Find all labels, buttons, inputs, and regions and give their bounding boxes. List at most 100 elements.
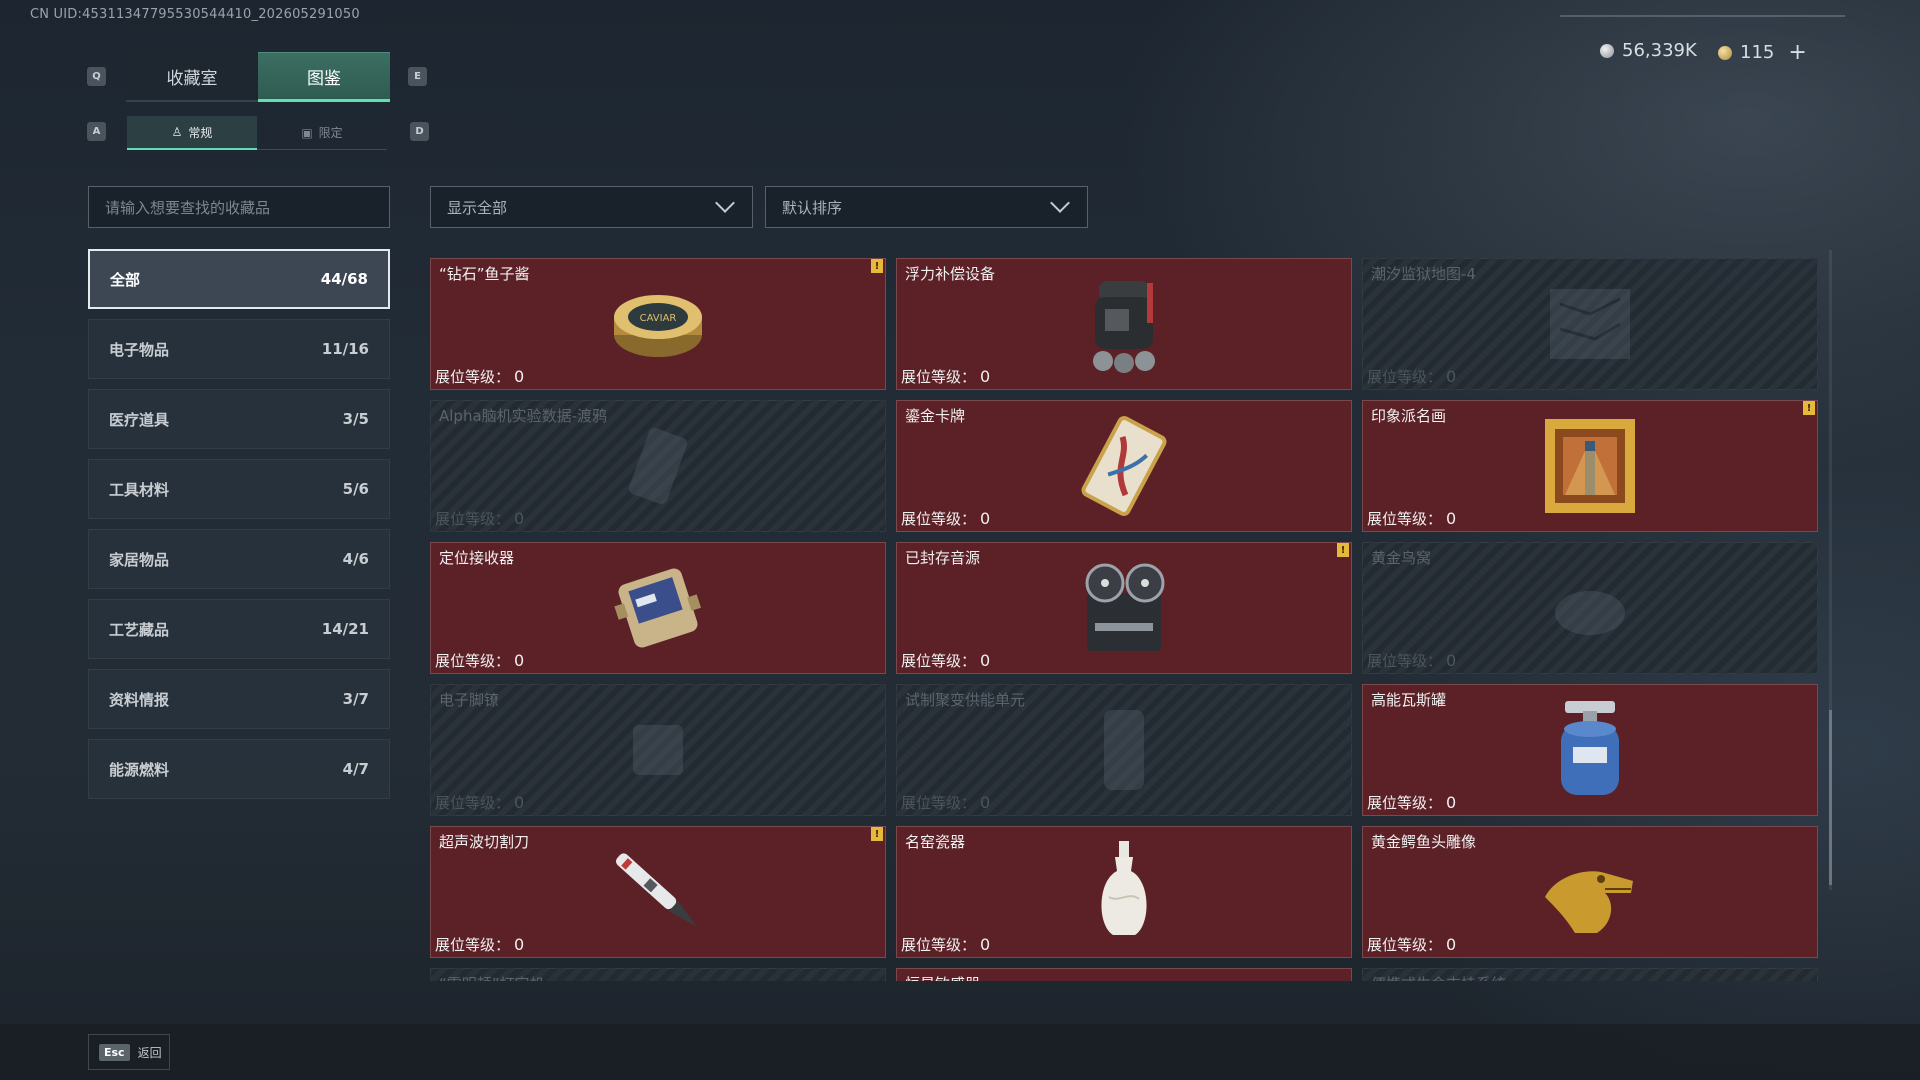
- level-label: 展位等级：: [901, 936, 977, 954]
- item-name: “钻石”鱼子酱: [439, 265, 530, 283]
- level-label: 展位等级：: [901, 794, 977, 812]
- sort-dropdown[interactable]: 默认排序: [765, 186, 1088, 228]
- level-label: 展位等级：: [1367, 936, 1443, 954]
- tab-catalog[interactable]: 图鉴: [258, 52, 390, 102]
- item-name: 恒星敏感器: [905, 973, 980, 981]
- item-card[interactable]: 潮汐监狱地图-4 展位等级： 0: [1362, 258, 1818, 390]
- tape-recorder-icon: [1069, 553, 1179, 663]
- item-level: 展位等级： 0: [435, 934, 524, 955]
- silver-currency: 56,339K: [1600, 40, 1697, 61]
- item-level: 展位等级： 0: [1367, 792, 1456, 813]
- category-count: 5/6: [342, 480, 369, 498]
- scrollbar-thumb[interactable]: [1829, 710, 1832, 885]
- filter-dropdown[interactable]: 显示全部: [430, 186, 753, 228]
- add-currency-button[interactable]: +: [1788, 40, 1806, 65]
- category-count: 4/7: [342, 760, 369, 778]
- silver-amount: 56,339K: [1622, 40, 1697, 61]
- key-hint-a: A: [87, 122, 106, 141]
- level-label: 展位等级：: [901, 510, 977, 528]
- item-name: 试制聚变供能单元: [905, 691, 1026, 709]
- item-level: 展位等级： 0: [901, 508, 990, 529]
- item-card[interactable]: 高能瓦斯罐展位等级： 0: [1362, 684, 1818, 816]
- category-label: 工艺藏品: [109, 620, 170, 639]
- item-name: 便携式生命支持系统: [1371, 973, 1506, 981]
- category-tools[interactable]: 工具材料 5/6: [88, 459, 390, 519]
- main-tabs: 收藏室 图鉴: [126, 52, 390, 102]
- item-name: 鎏金卡牌: [905, 407, 966, 425]
- category-electronics[interactable]: 电子物品 11/16: [88, 319, 390, 379]
- category-intel[interactable]: 资料情报 3/7: [88, 669, 390, 729]
- category-count: 11/16: [321, 340, 369, 358]
- category-all[interactable]: 全部 44/68: [88, 249, 390, 309]
- category-crafts[interactable]: 工艺藏品 14/21: [88, 599, 390, 659]
- level-value: 0: [980, 793, 991, 812]
- item-name: 印象派名画: [1371, 407, 1447, 425]
- item-level: 展位等级： 0: [435, 650, 524, 671]
- category-count: 14/21: [321, 620, 369, 638]
- back-button[interactable]: Esc 返回: [88, 1034, 170, 1070]
- key-hint-d: D: [410, 122, 429, 141]
- item-name: 黄金鸟窝: [1371, 549, 1432, 567]
- chevron-down-icon: [715, 193, 735, 213]
- level-value: 0: [1446, 651, 1457, 670]
- item-name: 已封存音源: [905, 549, 981, 567]
- bottom-bar: [0, 1024, 1920, 1080]
- item-name: 高能瓦斯罐: [1371, 691, 1447, 709]
- item-card[interactable]: 恒星敏感器展位等级：: [896, 968, 1352, 981]
- item-card[interactable]: 超声波切割刀 展位等级： 0!: [430, 826, 886, 958]
- item-card[interactable]: 试制聚变供能单元展位等级： 0: [896, 684, 1352, 816]
- level-value: 0: [1446, 509, 1457, 528]
- item-level: 展位等级： 0: [1367, 650, 1456, 671]
- data-drive-icon: [603, 411, 713, 521]
- item-card[interactable]: “雷明顿”打字机展位等级：: [430, 968, 886, 981]
- gold-currency: 115 +: [1718, 40, 1807, 65]
- search-input[interactable]: 请输入想要查找的收藏品: [88, 186, 390, 228]
- ultrasonic-knife-icon: [603, 837, 713, 947]
- level-label: 展位等级：: [435, 936, 511, 954]
- item-card[interactable]: Alpha脑机实验数据-渡鸦 展位等级： 0: [430, 400, 886, 532]
- tab-collection-room[interactable]: 收藏室: [126, 52, 258, 102]
- item-card[interactable]: 印象派名画 展位等级： 0!: [1362, 400, 1818, 532]
- item-card[interactable]: 黄金鳄鱼头雕像 展位等级： 0: [1362, 826, 1818, 958]
- item-name: 浮力补偿设备: [905, 265, 996, 283]
- life-support-icon: [1535, 979, 1645, 981]
- item-card[interactable]: 鎏金卡牌展位等级： 0: [896, 400, 1352, 532]
- category-label: 全部: [110, 270, 141, 289]
- category-medical[interactable]: 医疗道具 3/5: [88, 389, 390, 449]
- category-household[interactable]: 家居物品 4/6: [88, 529, 390, 589]
- grid-scrollbar[interactable]: [1829, 250, 1832, 890]
- sub-tabs: ♙ 常规 ▣ 限定: [127, 116, 387, 151]
- crocodile-statue-icon: [1535, 837, 1645, 947]
- item-card[interactable]: 便携式生命支持系统展位等级：: [1362, 968, 1818, 981]
- level-value: 0: [980, 651, 991, 670]
- item-name: 黄金鳄鱼头雕像: [1371, 833, 1477, 851]
- level-label: 展位等级：: [901, 368, 977, 386]
- item-level: 展位等级： 0: [901, 366, 990, 387]
- category-energy[interactable]: 能源燃料 4/7: [88, 739, 390, 799]
- item-card[interactable]: “钻石”鱼子酱 CAVIAR 展位等级： 0!: [430, 258, 886, 390]
- esc-key-icon: Esc: [99, 1043, 130, 1061]
- back-label: 返回: [137, 1045, 162, 1060]
- subtab-regular[interactable]: ♙ 常规: [127, 116, 257, 150]
- item-level: 展位等级： 0: [901, 792, 990, 813]
- item-card[interactable]: 已封存音源 展位等级： 0!: [896, 542, 1352, 674]
- item-card[interactable]: 黄金鸟窝展位等级： 0: [1362, 542, 1818, 674]
- new-badge-icon: !: [871, 259, 883, 273]
- item-card[interactable]: 定位接收器 展位等级： 0: [430, 542, 886, 674]
- category-label: 医疗道具: [109, 410, 170, 429]
- item-card[interactable]: 电子脚镣展位等级： 0: [430, 684, 886, 816]
- uid-label: CN UID:4531134779553054441​0_20260529105…: [30, 7, 360, 22]
- item-card[interactable]: 名窑瓷器 展位等级： 0: [896, 826, 1352, 958]
- gas-canister-icon: [1535, 695, 1645, 805]
- level-value: 0: [514, 793, 525, 812]
- sort-value: 默认排序: [782, 198, 843, 217]
- caviar-tin-icon: CAVIAR: [603, 269, 713, 379]
- subtab-label: 常规: [188, 125, 213, 140]
- subtab-limited[interactable]: ▣ 限定: [257, 116, 387, 150]
- category-label: 家居物品: [109, 550, 170, 569]
- item-level: 展位等级： 0: [435, 792, 524, 813]
- item-card[interactable]: 浮力补偿设备展位等级： 0: [896, 258, 1352, 390]
- item-name: 电子脚镣: [439, 691, 500, 709]
- silver-coin-icon: [1600, 43, 1614, 58]
- new-badge-icon: !: [1337, 543, 1349, 557]
